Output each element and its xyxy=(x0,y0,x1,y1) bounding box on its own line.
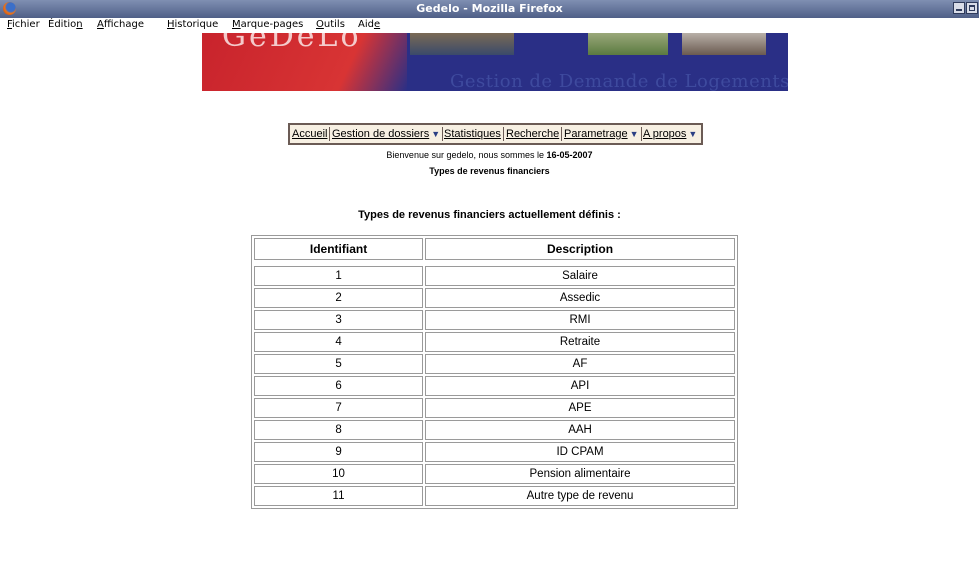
menu-edition[interactable]: Édition xyxy=(48,19,83,30)
cell-identifiant: 11 xyxy=(254,486,424,506)
window-titlebar: Gedelo - Mozilla Firefox xyxy=(0,0,979,18)
cell-description: Retraite xyxy=(425,332,735,352)
section-heading: Types de revenus financiers actuellement… xyxy=(358,209,621,221)
cell-identifiant: 9 xyxy=(254,442,424,462)
nav-a-propos[interactable]: A propos ▼ xyxy=(641,127,699,141)
banner-logo-text: GeDeLo xyxy=(222,33,362,54)
nav-label: Statistiques xyxy=(444,128,501,140)
menu-fichier[interactable]: Fichier xyxy=(7,19,40,30)
table-row: 11 Autre type de revenu xyxy=(254,486,735,506)
welcome-text: Bienvenue sur gedelo, nous sommes le xyxy=(386,150,547,160)
menu-accel: O xyxy=(316,19,324,30)
menu-accel: M xyxy=(232,19,241,30)
table-row: 9 ID CPAM xyxy=(254,442,735,462)
menu-accel: n xyxy=(76,19,83,30)
table-row: 8 AAH xyxy=(254,420,735,440)
nav-gestion-de-dossiers[interactable]: Gestion de dossiers ▼ xyxy=(330,127,444,141)
main-nav: Accueil Gestion de dossiers ▼ Statistique… xyxy=(288,123,703,145)
nav-label: Parametrage xyxy=(564,128,628,140)
nav-accueil[interactable]: Accueil xyxy=(290,127,331,141)
cell-identifiant: 2 xyxy=(254,288,424,308)
menu-historique[interactable]: Historique xyxy=(167,19,218,30)
table-row: 10 Pension alimentaire xyxy=(254,464,735,484)
dropdown-arrow-icon: ▼ xyxy=(688,129,698,139)
menu-label-post: ichier xyxy=(12,19,40,30)
menu-accel: A xyxy=(97,19,104,30)
nav-label: Recherche xyxy=(506,128,560,140)
cell-identifiant: 3 xyxy=(254,310,424,330)
nav-label: Gestion de dossiers xyxy=(332,128,430,140)
table-row: 1 Salaire xyxy=(254,266,735,286)
column-header-identifiant: Identifiant xyxy=(254,238,424,260)
dropdown-arrow-icon: ▼ xyxy=(431,129,441,139)
cell-description: APE xyxy=(425,398,735,418)
cell-description: Autre type de revenu xyxy=(425,486,735,506)
menu-label-post: istorique xyxy=(174,19,219,30)
menu-marque-pages[interactable]: Marque-pages xyxy=(232,19,303,30)
cell-description: Assedic xyxy=(425,288,735,308)
cell-identifiant: 7 xyxy=(254,398,424,418)
cell-identifiant: 5 xyxy=(254,354,424,374)
cell-identifiant: 10 xyxy=(254,464,424,484)
page-title: Types de revenus financiers xyxy=(429,166,550,176)
table-header-row: Identifiant Description xyxy=(254,238,735,260)
table-row: 7 APE xyxy=(254,398,735,418)
site-banner: GeDeLo Gestion de Demande de Logements xyxy=(202,33,788,91)
menu-affichage[interactable]: Affichage xyxy=(97,19,144,30)
menu-aide[interactable]: Aide xyxy=(358,19,380,30)
menu-label-post: arque-pages xyxy=(240,19,304,30)
table-row: 6 API xyxy=(254,376,735,396)
cell-description: RMI xyxy=(425,310,735,330)
table-row: 3 RMI xyxy=(254,310,735,330)
banner-tagline: Gestion de Demande de Logements xyxy=(450,71,788,91)
cell-description: ID CPAM xyxy=(425,442,735,462)
table-row: 5 AF xyxy=(254,354,735,374)
cell-identifiant: 1 xyxy=(254,266,424,286)
dropdown-arrow-icon: ▼ xyxy=(629,129,639,139)
nav-label: A propos xyxy=(643,128,687,140)
nav-parametrage[interactable]: Parametrage ▼ xyxy=(562,127,642,141)
window-title: Gedelo - Mozilla Firefox xyxy=(416,2,563,15)
banner-photo xyxy=(682,33,766,55)
menu-label-pre: Éditio xyxy=(48,19,77,30)
menu-label-post: utils xyxy=(323,19,345,30)
menu-accel: H xyxy=(167,19,175,30)
menu-label-pre: Aid xyxy=(358,19,374,30)
menu-label-post: ffichage xyxy=(103,19,144,30)
table-row: 2 Assedic xyxy=(254,288,735,308)
cell-identifiant: 6 xyxy=(254,376,424,396)
menu-outils[interactable]: Outils xyxy=(316,19,345,30)
cell-description: API xyxy=(425,376,735,396)
cell-description: AF xyxy=(425,354,735,374)
column-header-description: Description xyxy=(425,238,735,260)
current-date: 16-05-2007 xyxy=(546,150,593,160)
welcome-message: Bienvenue sur gedelo, nous sommes le 16-… xyxy=(0,150,979,160)
nav-statistiques[interactable]: Statistiques xyxy=(442,127,504,141)
maximize-icon[interactable] xyxy=(966,2,978,14)
cell-identifiant: 8 xyxy=(254,420,424,440)
cell-identifiant: 4 xyxy=(254,332,424,352)
cell-description: Salaire xyxy=(425,266,735,286)
menu-bar: Fichier Édition Affichage Historique Mar… xyxy=(0,18,979,33)
nav-label: Accueil xyxy=(292,128,328,140)
banner-photo xyxy=(588,33,668,55)
menu-accel: e xyxy=(373,19,381,30)
minimize-icon[interactable] xyxy=(953,2,965,14)
revenue-types-table: Identifiant Description 1 Salaire 2 Assedi… xyxy=(251,235,738,509)
cell-description: AAH xyxy=(425,420,735,440)
nav-recherche[interactable]: Recherche xyxy=(504,127,563,141)
table-row: 4 Retraite xyxy=(254,332,735,352)
cell-description: Pension alimentaire xyxy=(425,464,735,484)
banner-photo xyxy=(410,33,514,55)
